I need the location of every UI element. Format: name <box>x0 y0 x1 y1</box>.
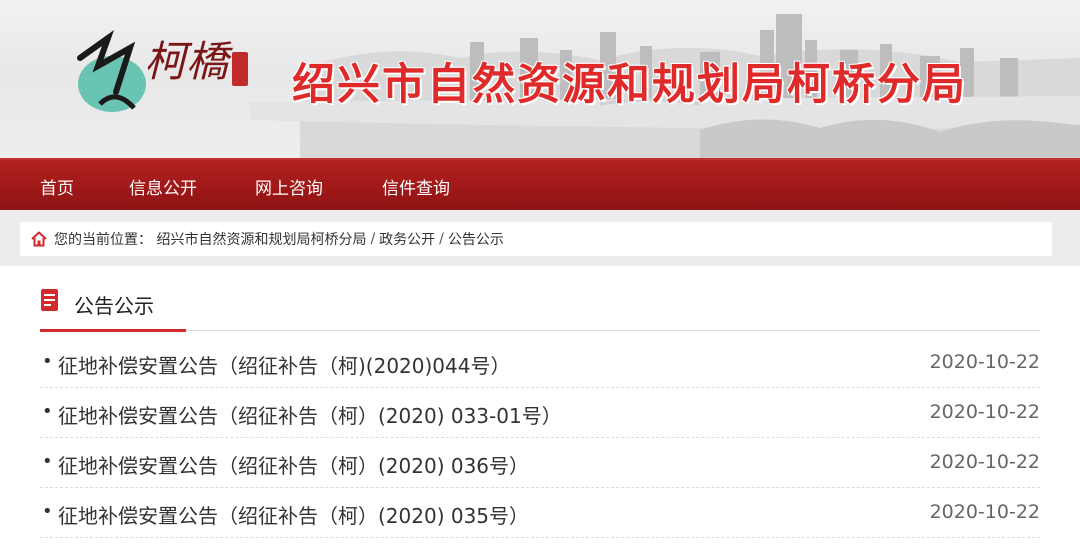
breadcrumb-prefix: 您的当前位置： <box>54 232 152 248</box>
breadcrumb-item-announcements[interactable]: 公告公示 <box>448 229 504 249</box>
list-item[interactable]: • 征地补偿安置公告（绍征补告（柯)(2020)044号） 2020-10-22 <box>40 338 1040 388</box>
announcement-date: 2020-10-22 <box>929 351 1040 373</box>
section-title-underline <box>40 329 186 332</box>
list-bullet: • <box>42 401 53 422</box>
announcement-title[interactable]: 征地补偿安置公告（绍征补告（柯）(2020) 036号） <box>58 450 529 479</box>
announcement-date: 2020-10-22 <box>929 401 1040 423</box>
list-bullet: • <box>42 451 53 472</box>
home-icon <box>31 231 47 247</box>
svg-text:柯橋: 柯橋 <box>144 37 233 86</box>
list-item[interactable]: • 征地补偿安置公告（绍征补告（柯）(2020) 033-01号） 2020-1… <box>40 388 1040 438</box>
breadcrumb-separator: / <box>370 231 376 247</box>
document-icon <box>41 289 58 311</box>
list-bullet: • <box>42 501 53 522</box>
list-item[interactable]: • 征地补偿安置公告（绍征补告（柯）(2020) 036号） 2020-10-2… <box>40 438 1040 488</box>
announcement-title[interactable]: 征地补偿安置公告（绍征补告（柯）(2020) 033-01号） <box>58 400 562 429</box>
nav-item-online-consult[interactable]: 网上咨询 <box>255 174 323 199</box>
list-bullet: • <box>42 351 53 372</box>
breadcrumb-item-gov-affairs[interactable]: 政务公开 <box>379 229 435 249</box>
list-item[interactable]: • 征地补偿安置公告（绍征补告（柯）(2020) 035号） 2020-10-2… <box>40 488 1040 538</box>
announcement-title[interactable]: 征地补偿安置公告（绍征补告（柯)(2020)044号） <box>58 350 510 379</box>
main-nav: 首页 信息公开 网上咨询 信件查询 <box>0 158 1080 210</box>
site-title: 绍兴市自然资源和规划局柯桥分局 <box>292 60 967 110</box>
announcement-date: 2020-10-22 <box>929 451 1040 473</box>
keqiao-logo: 柯橋 <box>77 29 248 112</box>
announcement-date: 2020-10-22 <box>929 501 1040 523</box>
header-banner: 柯橋 绍兴市自然资源和规划局柯桥分局 <box>0 0 1080 158</box>
breadcrumb: 您的当前位置： 绍兴市自然资源和规划局柯桥分局 / 政务公开 / 公告公示 <box>20 222 1052 256</box>
section-title: 公告公示 <box>74 294 154 318</box>
nav-item-home[interactable]: 首页 <box>40 174 74 199</box>
breadcrumb-separator: / <box>439 231 444 247</box>
announcement-list: • 征地补偿安置公告（绍征补告（柯)(2020)044号） 2020-10-22… <box>40 338 1040 538</box>
breadcrumb-bar: 您的当前位置： 绍兴市自然资源和规划局柯桥分局 / 政务公开 / 公告公示 <box>0 210 1080 266</box>
announcement-title[interactable]: 征地补偿安置公告（绍征补告（柯）(2020) 035号） <box>58 500 529 529</box>
nav-item-letter-query[interactable]: 信件查询 <box>382 174 450 199</box>
breadcrumb-item-bureau[interactable]: 绍兴市自然资源和规划局柯桥分局 <box>156 229 366 249</box>
section-header: 公告公示 <box>40 283 1040 332</box>
nav-item-info-disclosure[interactable]: 信息公开 <box>129 174 197 199</box>
